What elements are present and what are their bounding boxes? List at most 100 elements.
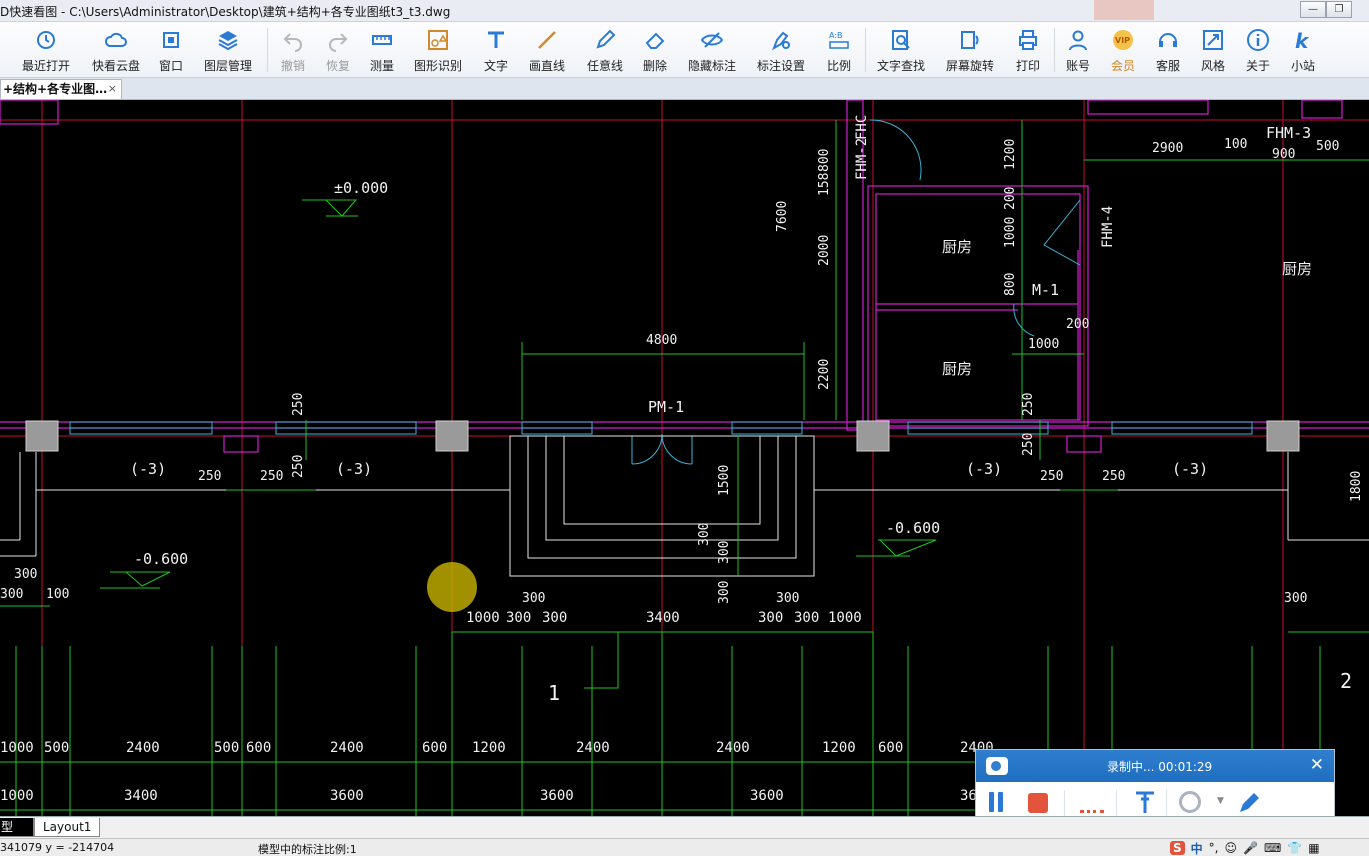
- microphone-icon[interactable]: 🎤: [1243, 841, 1258, 855]
- tab-layout1[interactable]: Layout1: [34, 818, 101, 837]
- freehand-line-button[interactable]: 任意线: [583, 26, 627, 74]
- dimension-value: 2200: [817, 359, 832, 390]
- account-button[interactable]: 账号: [1061, 26, 1095, 74]
- toolbox-icon[interactable]: ▦: [1308, 841, 1319, 855]
- pause-icon[interactable]: [988, 792, 1004, 812]
- draw-line-label: 画直线: [528, 59, 565, 73]
- recent-open-button[interactable]: 最近打开: [18, 26, 74, 74]
- drawing-canvas[interactable]: 厨房 厨房 厨房 PM-1 M-1 FHM-3 ±0.000 -0.600 -0…: [0, 100, 1369, 816]
- skin-icon[interactable]: 👕: [1287, 841, 1302, 855]
- style-icon: [1203, 30, 1223, 50]
- dimension-value: 1000: [0, 788, 34, 804]
- delete-button[interactable]: 删除: [638, 26, 672, 74]
- rotate-screen-icon: [961, 31, 979, 49]
- dimension-value: 7600: [775, 201, 790, 232]
- svg-text:VIP: VIP: [1115, 36, 1130, 45]
- redo-button[interactable]: 恢复: [321, 26, 355, 74]
- window-mark: (-3): [336, 460, 372, 478]
- chevron-down-icon[interactable]: ▼: [1217, 796, 1224, 806]
- dimension-value: 300: [522, 591, 545, 606]
- elevation-label: -0.600: [134, 550, 188, 568]
- dimension-value: 300: [717, 541, 732, 564]
- dimension-value: 1000: [828, 610, 862, 626]
- scale-button[interactable]: A:B 比例: [822, 26, 856, 74]
- customer-service-label: 客服: [1155, 59, 1180, 73]
- text-search-button[interactable]: 文字查找: [873, 26, 929, 74]
- minimize-button[interactable]: —: [1300, 1, 1326, 18]
- dimension-value: 250: [291, 393, 306, 416]
- dimension-value: 1800: [1349, 471, 1364, 502]
- restore-button[interactable]: ❐: [1326, 1, 1352, 18]
- hide-eye-icon: [700, 32, 724, 48]
- dimension-value: 1500: [717, 465, 732, 496]
- scale-icon: A:B: [829, 31, 849, 49]
- layout-tab-bar: 型 Layout1: [0, 816, 1369, 838]
- dimension-value: 250: [260, 469, 283, 484]
- svg-text:k: k: [1295, 29, 1310, 52]
- annotation-settings-label: 标注设置: [756, 59, 805, 73]
- print-button[interactable]: 打印: [1011, 26, 1045, 74]
- dimension-value: 3400: [646, 610, 680, 626]
- dimension-value: 1000: [1003, 217, 1018, 248]
- pencil-icon: [596, 29, 616, 49]
- pen-icon[interactable]: [1236, 790, 1262, 816]
- main-toolbar: 最近打开 快看云盘 窗口 图层管理 撤销 恢复 测量 图形识别 文字 画直线 任…: [0, 22, 1369, 78]
- measure-button[interactable]: 测量: [365, 26, 399, 74]
- ime-lang-toggle[interactable]: 中: [1191, 840, 1203, 856]
- dimension-value: 600: [422, 740, 447, 756]
- account-label: 账号: [1065, 59, 1090, 73]
- document-tab[interactable]: +结构+各专业图… ×: [0, 79, 122, 99]
- dimension-value: 300: [506, 610, 531, 626]
- dimension-value: 100: [46, 587, 69, 602]
- site-button[interactable]: k 小站: [1286, 26, 1320, 74]
- hide-annotation-button[interactable]: 隐藏标注: [684, 26, 740, 74]
- window-menu-button[interactable]: 窗口: [154, 26, 188, 74]
- step-outlines: [0, 435, 1369, 577]
- document-tab-close-icon[interactable]: ×: [108, 80, 117, 98]
- info-icon: [1247, 29, 1269, 51]
- line-style-icon[interactable]: [1080, 810, 1104, 813]
- elevation-label: ±0.000: [334, 179, 388, 197]
- punctuation-toggle[interactable]: °,: [1209, 841, 1219, 855]
- tab-model[interactable]: 型: [0, 818, 34, 837]
- toolbar-divider: [267, 28, 268, 72]
- dimension-value: 3400: [124, 788, 158, 804]
- customer-service-button[interactable]: 客服: [1151, 26, 1185, 74]
- vip-button[interactable]: VIP 会员: [1106, 26, 1140, 74]
- undo-button[interactable]: 撤销: [276, 26, 310, 74]
- axis-number: 1: [548, 681, 560, 705]
- shape-recognition-button[interactable]: 图形识别: [410, 26, 466, 74]
- webcam-icon[interactable]: [1179, 791, 1201, 813]
- site-label: 小站: [1290, 59, 1315, 73]
- style-button[interactable]: 风格: [1196, 26, 1230, 74]
- dimension-value: 300: [14, 567, 37, 582]
- dimension-value: 300: [1284, 591, 1307, 606]
- cloud-drive-button[interactable]: 快看云盘: [88, 26, 144, 74]
- annotation-settings-icon: [772, 31, 790, 51]
- dimension-value: 250: [291, 455, 306, 478]
- printer-icon: [1019, 30, 1037, 50]
- dimension-value: 1200: [1003, 139, 1018, 170]
- camera-logo-icon: [986, 757, 1008, 775]
- dimension-value: 250: [1021, 433, 1036, 456]
- title-bar-highlight: [1094, 0, 1154, 20]
- dimension-value: 500: [1316, 139, 1339, 154]
- text-tool-button[interactable]: 文字: [479, 26, 513, 74]
- stop-icon[interactable]: [1028, 793, 1048, 813]
- keyboard-icon[interactable]: ⌨: [1264, 841, 1281, 855]
- rotate-screen-button[interactable]: 屏幕旋转: [942, 26, 998, 74]
- layer-manager-button[interactable]: 图层管理: [200, 26, 256, 74]
- sogou-logo-icon[interactable]: S: [1170, 841, 1185, 855]
- dimension-value: 1200: [822, 740, 856, 756]
- recorder-close-button[interactable]: ✕: [1310, 756, 1324, 774]
- annotation-settings-button[interactable]: 标注设置: [753, 26, 809, 74]
- style-label: 风格: [1200, 59, 1225, 73]
- dimension-value: 250: [1021, 393, 1036, 416]
- door-label: FHM-4: [1100, 206, 1116, 248]
- pin-icon[interactable]: [1132, 789, 1158, 817]
- emoji-icon[interactable]: ☺: [1225, 841, 1238, 855]
- about-button[interactable]: 关于: [1241, 26, 1275, 74]
- k-logo-icon: k: [1295, 29, 1310, 52]
- history-icon: [37, 31, 55, 49]
- draw-line-button[interactable]: 画直线: [525, 26, 569, 74]
